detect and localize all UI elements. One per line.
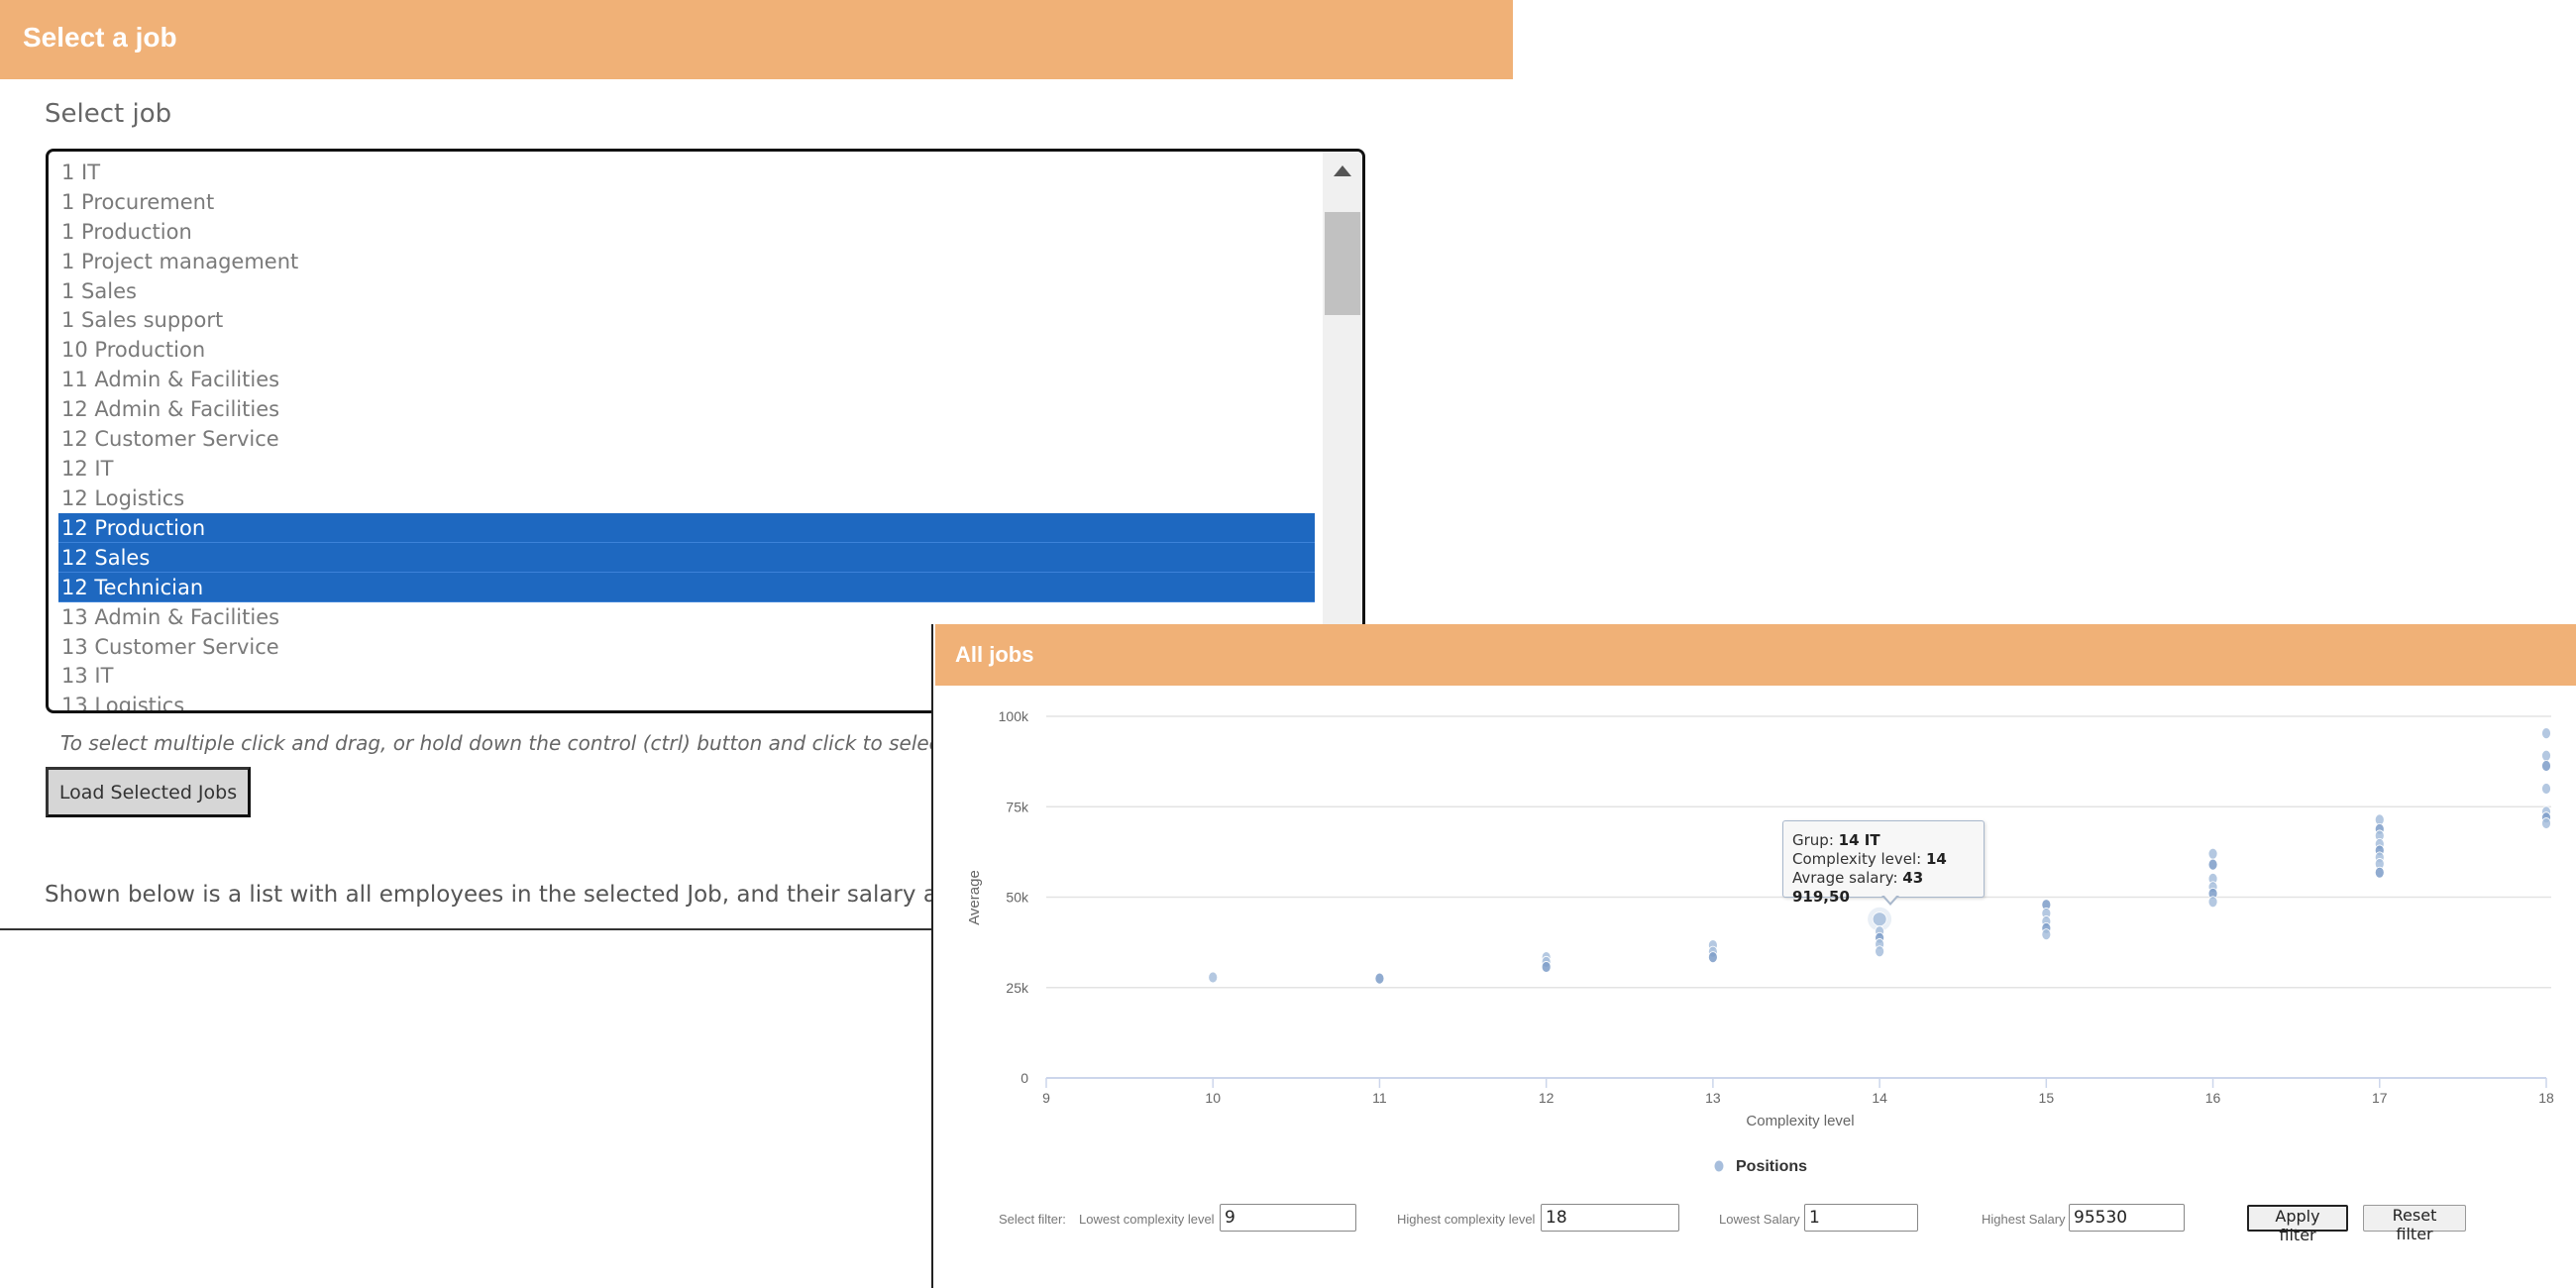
lowest-complexity-label: Lowest complexity level: [1079, 1212, 1215, 1227]
scatter-point[interactable]: [2541, 760, 2551, 772]
scatter-point[interactable]: [1707, 951, 1718, 963]
x-tick-label: 16: [2205, 1090, 2221, 1106]
tooltip-group-value: 14 IT: [1838, 831, 1880, 849]
highest-complexity-label: Highest complexity level: [1397, 1212, 1536, 1227]
legend-marker-icon: [1714, 1160, 1724, 1172]
x-tick-label: 13: [1705, 1090, 1721, 1106]
scatter-point[interactable]: [2207, 847, 2218, 860]
scatter-point[interactable]: [2541, 817, 2551, 829]
tooltip-group-label: Grup:: [1792, 831, 1834, 849]
y-tick-label: 50k: [1006, 890, 1029, 906]
legend-label-positions[interactable]: Positions: [1736, 1158, 1807, 1175]
x-tick-label: 14: [1872, 1090, 1887, 1106]
lowest-salary-input[interactable]: [1804, 1204, 1918, 1232]
scatter-point[interactable]: [2207, 858, 2218, 871]
x-tick-label: 12: [1539, 1090, 1555, 1106]
apply-filter-button[interactable]: Apply filter: [2247, 1205, 2348, 1244]
highest-salary-input[interactable]: [2069, 1204, 2185, 1232]
x-axis: 9 10 11 12 13 14 15 16 17 18: [1042, 1077, 2554, 1106]
salary-scatter-chart: 0 25k 50k 75k 100k 9 10 11 12 13 14 15 16 17 18 Avera…: [966, 708, 2554, 1175]
point-tooltip: Grup: 14 IT Complexity level: 14 Avrage …: [1782, 820, 1985, 906]
x-tick-label: 17: [2372, 1090, 2388, 1106]
y-tick-label: 75k: [1006, 799, 1029, 814]
lowest-complexity-input[interactable]: [1220, 1204, 1356, 1232]
select-filter-label: Select filter:: [999, 1212, 1066, 1227]
y-axis-ticks: 0 25k 50k 75k 100k: [999, 708, 1029, 1086]
x-tick-label: 9: [1042, 1090, 1050, 1106]
highest-salary-label: Highest Salary: [1982, 1212, 2066, 1227]
tooltip-complexity-value: 14: [1926, 850, 1947, 868]
scatter-point[interactable]: [2541, 727, 2551, 740]
scatter-point[interactable]: [1872, 912, 1887, 927]
x-tick-label: 10: [1205, 1090, 1221, 1106]
scatter-point[interactable]: [2374, 866, 2385, 879]
scatter-point[interactable]: [2207, 896, 2218, 909]
tooltip-complexity-label: Complexity level:: [1792, 850, 1922, 868]
x-tick-label: 18: [2538, 1090, 2554, 1106]
scatter-point[interactable]: [1541, 961, 1552, 973]
legend[interactable]: Positions: [1714, 1158, 1808, 1175]
scatter-point[interactable]: [2041, 928, 2052, 940]
tooltip-group-line: Grup: 14 IT: [1792, 831, 1984, 850]
tooltip-complexity-line: Complexity level: 14: [1792, 850, 1984, 869]
x-axis-title: Complexity level: [1746, 1113, 1854, 1129]
scatter-point[interactable]: [1374, 972, 1385, 985]
x-tick-label: 15: [2039, 1090, 2055, 1106]
y-axis-title: Average: [966, 870, 983, 925]
highest-complexity-input[interactable]: [1541, 1204, 1679, 1232]
reset-filter-button[interactable]: Reset filter: [2363, 1205, 2466, 1243]
y-tick-label: 0: [1020, 1070, 1028, 1086]
x-tick-label: 11: [1372, 1090, 1387, 1106]
y-tick-label: 100k: [999, 708, 1029, 724]
lowest-salary-label: Lowest Salary: [1719, 1212, 1800, 1227]
tooltip-pointer: [1881, 895, 1899, 906]
scatter-point[interactable]: [2541, 783, 2551, 795]
y-tick-label: 25k: [1006, 980, 1029, 996]
scatter-point[interactable]: [2541, 749, 2551, 762]
scatter-point[interactable]: [1875, 945, 1885, 958]
scatter-point[interactable]: [1208, 971, 1219, 984]
tooltip-salary-label: Avrage salary:: [1792, 869, 1898, 887]
